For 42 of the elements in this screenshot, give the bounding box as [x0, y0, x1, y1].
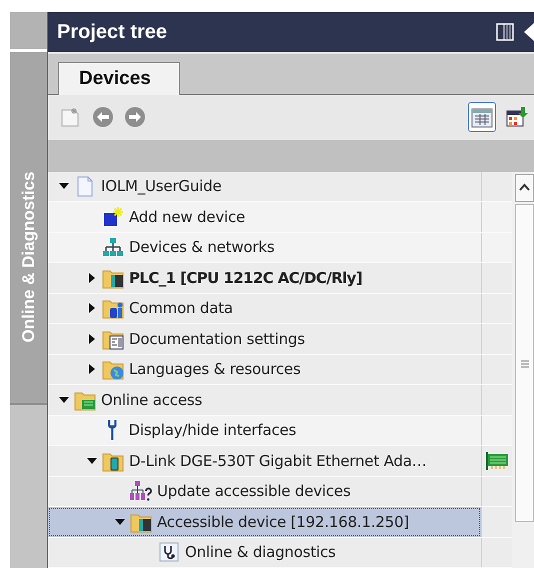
tree-item[interactable]: Documentation settings [48, 324, 512, 354]
tree-item-label: Common data [129, 298, 233, 319]
forward-icon[interactable] [124, 106, 146, 128]
collapse-arrow-icon[interactable] [524, 22, 534, 41]
tree-item[interactable]: Add new device [48, 202, 512, 232]
tree-item-label: Devices & networks [129, 237, 274, 258]
tree-item[interactable]: PLC_1 [CPU 1212C AC/DC/Rly] [48, 263, 512, 294]
tree-item[interactable]: Accessible device [192.168.1.250] [48, 507, 512, 538]
tree-item[interactable]: D-Link DGE-530T Gigabit Ethernet Ada… [48, 446, 512, 476]
tree-item-label: Online access [101, 390, 202, 410]
tree-item-label: Online & diagnostics [185, 542, 336, 563]
tree-item[interactable]: Languages & resources [48, 354, 512, 385]
network-card-icon [486, 452, 508, 470]
scroll-thumb[interactable] [515, 204, 534, 522]
scroll-up-button[interactable] [515, 174, 534, 202]
tree-item[interactable]: Update accessible devices [48, 476, 512, 507]
tree-item-label: IOLM_UserGuide [101, 176, 222, 197]
network-query-icon [130, 480, 152, 502]
tree-item[interactable]: Online access [48, 385, 512, 416]
detail-view-button[interactable] [468, 102, 496, 132]
wrench-icon [108, 419, 118, 442]
stethoscope-icon [158, 541, 180, 564]
tree-item[interactable]: Display/hide interfaces [48, 416, 512, 446]
tree-item-label: Accessible device [192.168.1.250] [157, 512, 410, 532]
tree-item[interactable]: IOLM_UserGuide [48, 172, 512, 202]
tree-item-label: D-Link DGE-530T Gigabit Ethernet Ada… [129, 450, 427, 472]
tree-item-label: Display/hide interfaces [128, 420, 296, 441]
tree-item[interactable]: Devices & networks [48, 232, 512, 263]
tree-item[interactable]: Common data [48, 294, 512, 324]
devices-tab[interactable]: Devices [58, 62, 180, 95]
network-icon [102, 236, 124, 258]
tree-item-label: Languages & resources [129, 359, 301, 380]
panel-title: Project tree [57, 20, 168, 45]
add-device-icon [102, 206, 124, 228]
table-export-icon[interactable] [506, 106, 528, 128]
back-icon[interactable] [92, 106, 114, 128]
tree-item-label: PLC_1 [CPU 1212C AC/DC/Rly] [129, 268, 362, 288]
tree-item[interactable]: Online & diagnostics [48, 538, 512, 568]
tree-item-label: Update accessible devices [157, 481, 351, 502]
tree-item-label: Add new device [129, 206, 246, 228]
panel-layout-icon[interactable] [496, 22, 514, 41]
tree-item-label: Documentation settings [129, 328, 305, 350]
